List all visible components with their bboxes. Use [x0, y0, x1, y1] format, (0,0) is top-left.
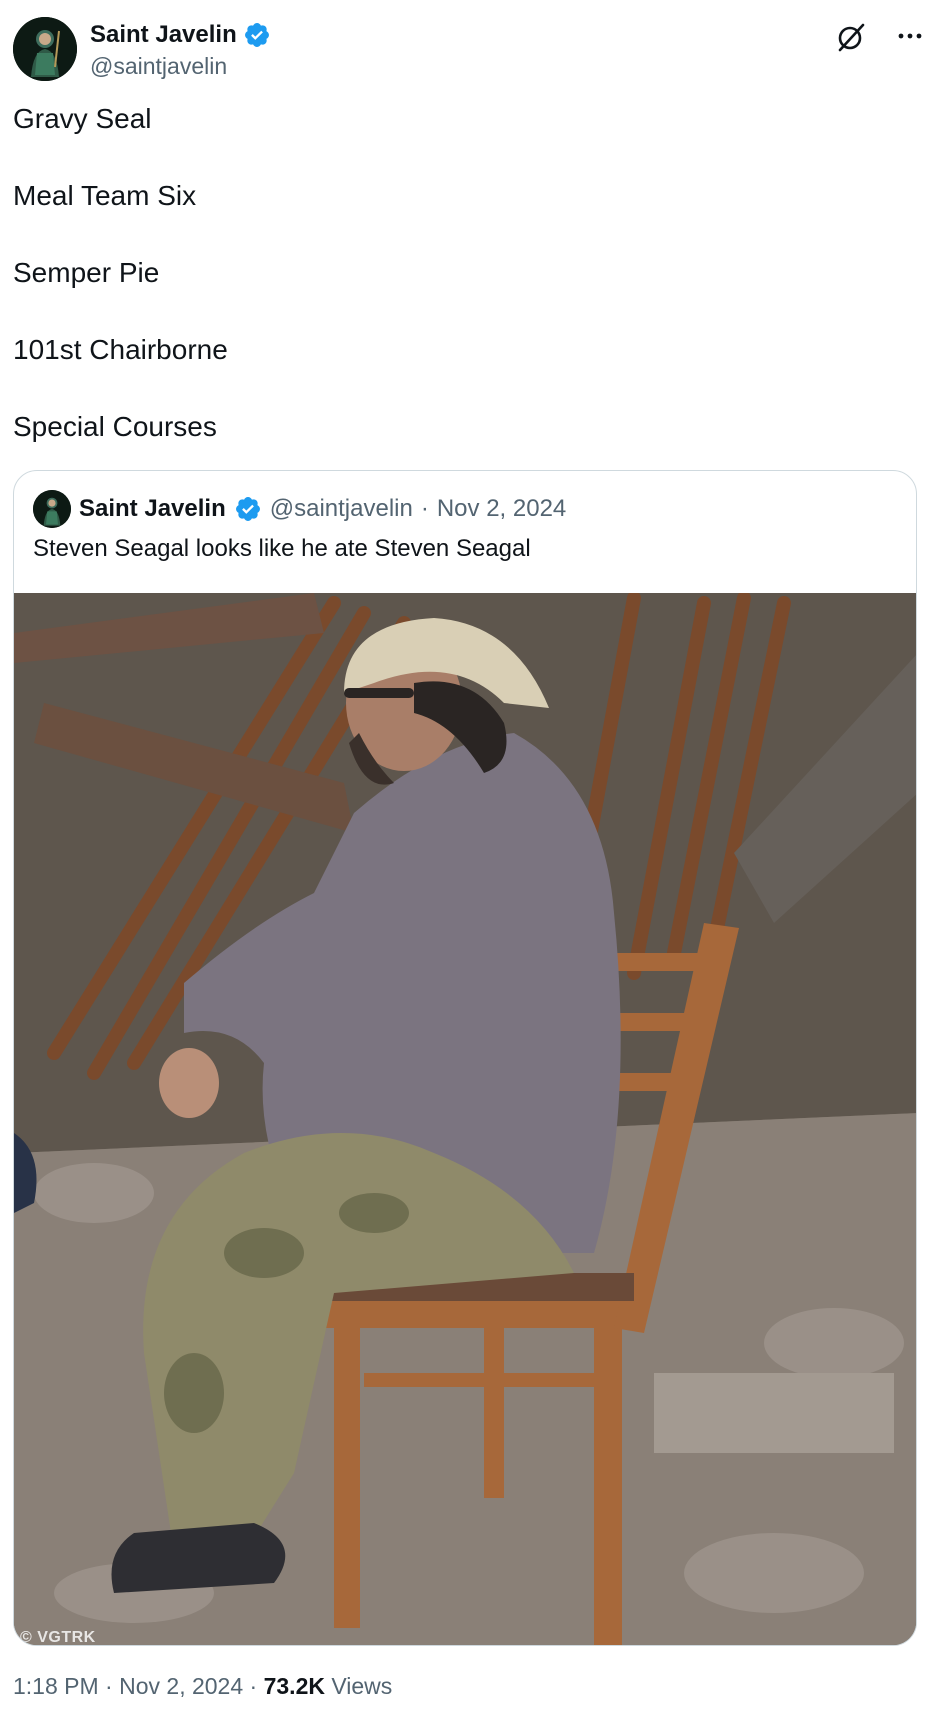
author-handle[interactable]: @saintjavelin: [90, 53, 227, 80]
views-count: 73.2K: [263, 1673, 325, 1699]
meta-separator: ·: [105, 1673, 113, 1699]
avatar-image: [13, 17, 77, 81]
quoted-tweet-image[interactable]: © VGTRK: [14, 593, 916, 1646]
tweet-line: Meal Team Six: [13, 180, 197, 211]
quoted-tweet-header: Saint Javelin @saintjavelin · Nov 2, 202…: [33, 490, 566, 528]
more-icon[interactable]: [895, 23, 925, 49]
author-name-row: Saint Javelin: [90, 21, 271, 49]
views-label: Views: [331, 1673, 393, 1699]
quoted-author-avatar[interactable]: [33, 490, 71, 528]
quoted-tweet[interactable]: Saint Javelin @saintjavelin · Nov 2, 202…: [13, 470, 917, 1646]
avatar-image: [33, 490, 71, 528]
photo-man-on-chair: [14, 593, 916, 1645]
media-watermark: © VGTRK: [20, 1629, 96, 1646]
tweet-date[interactable]: Nov 2, 2024: [119, 1673, 243, 1699]
tweet-line: 101st Chairborne: [13, 334, 228, 365]
quoted-author-name[interactable]: Saint Javelin: [79, 495, 226, 523]
author-avatar[interactable]: [13, 17, 77, 81]
tweet-footer: 1:18 PM · Nov 2, 2024 · 73.2K Views: [13, 1673, 392, 1700]
tweet-time[interactable]: 1:18 PM: [13, 1673, 99, 1699]
author-display-name[interactable]: Saint Javelin: [90, 21, 237, 49]
verified-badge-icon: [235, 497, 260, 521]
tweet-line: Semper Pie: [13, 257, 160, 288]
grok-icon[interactable]: [835, 21, 867, 53]
tweet-header: Saint Javelin @saintjavelin: [13, 17, 925, 83]
tweet-line: Gravy Seal: [13, 103, 152, 134]
quoted-tweet-date[interactable]: Nov 2, 2024: [437, 495, 566, 523]
tweet-text: Gravy Seal Meal Team Six Semper Pie 101s…: [13, 104, 228, 489]
meta-separator: ·: [249, 1673, 258, 1699]
meta-separator: ·: [420, 495, 429, 522]
quoted-author-handle[interactable]: @saintjavelin: [270, 495, 413, 523]
tweet-line: Special Courses: [13, 411, 217, 442]
quoted-tweet-text: Steven Seagal looks like he ate Steven S…: [33, 535, 531, 562]
verified-badge-icon: [244, 23, 269, 47]
